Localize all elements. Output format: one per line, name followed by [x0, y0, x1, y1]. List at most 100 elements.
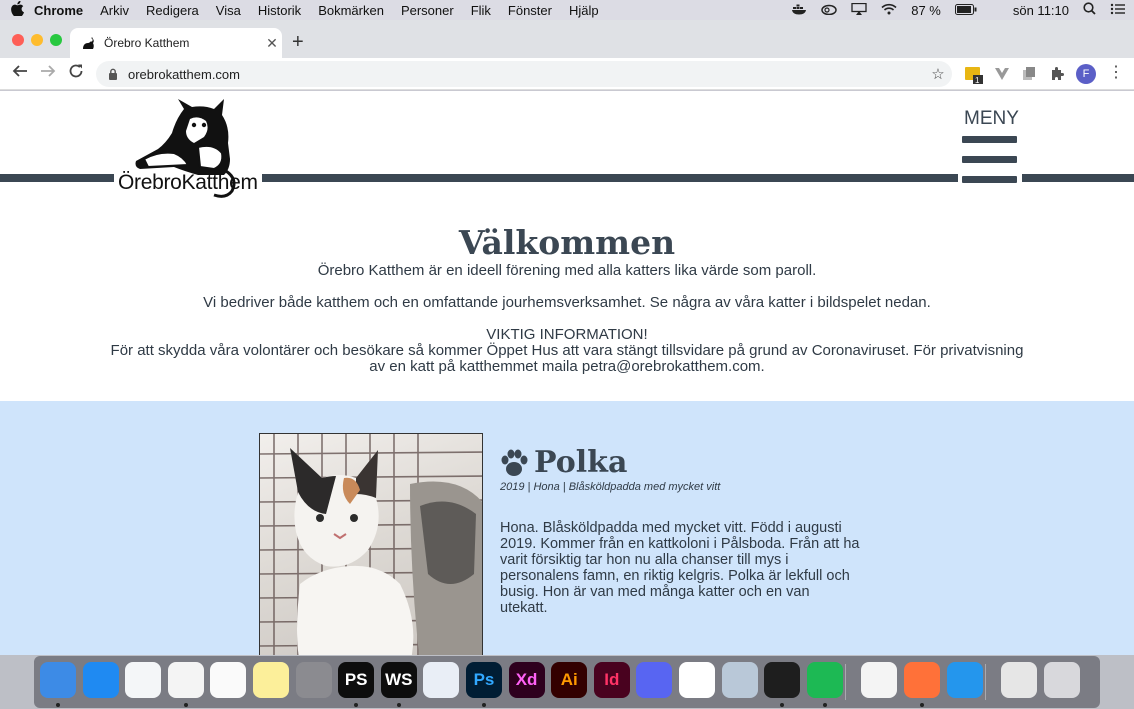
cat-photo-image	[260, 434, 482, 655]
photoshop-label: Ps	[473, 670, 495, 689]
safari-icon[interactable]	[125, 662, 162, 698]
cat-description: Hona. Blåsköldpadda med mycket vitt. Föd…	[500, 520, 860, 616]
welcome-section: Välkommen Örebro Katthem är en ideell fö…	[0, 223, 1134, 375]
new-tab-button[interactable]: +	[292, 31, 304, 54]
webpage-viewport: ÖrebroKatthem MENY Välkommen Örebro Katt…	[0, 91, 1134, 655]
window-zoom-button[interactable]	[50, 34, 62, 46]
intro-paragraph-2: Vi bedriver både katthem och en omfattan…	[203, 294, 931, 311]
site-logo[interactable]: ÖrebroKatthem	[114, 97, 262, 205]
info-text: För att skydda våra volontärer och besök…	[110, 342, 1024, 375]
cat-meta: 2019 | Hona | Blåsköldpadda med mycket v…	[500, 481, 721, 493]
system-preferences-icon[interactable]	[295, 662, 332, 698]
menu-fonster[interactable]: Fönster	[508, 3, 552, 18]
menu-hjalp[interactable]: Hjälp	[569, 3, 599, 18]
dock-running-indicator	[920, 703, 924, 707]
docker-icon[interactable]	[946, 662, 983, 698]
chrome-icon[interactable]	[167, 662, 204, 698]
dock-running-indicator	[482, 703, 486, 707]
extension-copy-icon[interactable]	[1021, 66, 1037, 82]
hamburger-bar	[962, 176, 1017, 183]
dock-running-indicator	[56, 703, 60, 707]
airplay-icon[interactable]	[851, 2, 867, 18]
extension-vue-devtools-icon[interactable]	[994, 66, 1010, 82]
webstorm-icon[interactable]: WS	[380, 662, 417, 698]
menu-visa[interactable]: Visa	[216, 3, 241, 18]
battery-percentage[interactable]: 87 %	[911, 3, 941, 18]
firefox-icon[interactable]	[904, 662, 940, 698]
dock-running-indicator	[822, 703, 827, 707]
tab-title: Örebro Katthem	[104, 36, 190, 50]
header-stripe-right	[1022, 174, 1134, 182]
logo-text: ÖrebroKatthem	[118, 171, 258, 194]
forward-button[interactable]	[40, 63, 56, 84]
cat-slideshow-section: Polka 2019 | Hona | Blåsköldpadda med my…	[0, 401, 1134, 655]
docker-status-icon[interactable]	[791, 3, 807, 18]
adobe-xd-icon[interactable]: Xd	[508, 662, 545, 698]
control-center-icon[interactable]	[1110, 3, 1126, 18]
menu-app-name[interactable]: Chrome	[34, 3, 83, 18]
dock-running-indicator	[183, 703, 188, 707]
spotlight-search-icon[interactable]	[1083, 2, 1096, 18]
dock-running-indicator	[396, 703, 401, 707]
menu-flik[interactable]: Flik	[471, 3, 491, 18]
app-store-icon[interactable]	[82, 662, 119, 698]
apple-menu-icon[interactable]	[0, 0, 34, 19]
spotify-icon[interactable]	[806, 662, 843, 698]
indesign-icon[interactable]: Id	[593, 662, 630, 698]
creative-cloud-icon[interactable]	[821, 3, 837, 18]
trash-icon[interactable]	[1043, 662, 1080, 698]
menu-redigera[interactable]: Redigera	[146, 3, 199, 18]
menu-bokmarken[interactable]: Bokmärken	[318, 3, 384, 18]
battery-icon[interactable]	[954, 3, 977, 18]
bookmark-star-icon[interactable]: ☆	[924, 65, 952, 83]
slack-icon[interactable]	[679, 662, 715, 698]
lock-icon[interactable]	[108, 68, 118, 80]
header-stripe-middle	[262, 174, 958, 182]
window-minimize-button[interactable]	[31, 34, 43, 46]
reload-button[interactable]	[68, 63, 84, 84]
discord-icon[interactable]	[636, 662, 673, 698]
cat-photo[interactable]	[259, 433, 483, 655]
address-bar[interactable]: orebrokatthem.com ☆	[96, 61, 952, 87]
window-close-button[interactable]	[12, 34, 24, 46]
welcome-heading: Välkommen	[458, 223, 676, 262]
header-stripe-left	[0, 174, 114, 182]
adobe-xd-label: Xd	[515, 670, 538, 689]
menu-arkiv[interactable]: Arkiv	[100, 3, 129, 18]
menubar-clock[interactable]: sön 11:10	[1013, 3, 1069, 18]
notes-icon[interactable]	[253, 662, 289, 698]
terminal-icon[interactable]	[764, 662, 801, 698]
illustrator-icon[interactable]: Ai	[551, 662, 588, 698]
profile-avatar[interactable]: F	[1076, 64, 1096, 84]
preview-icon[interactable]	[721, 662, 758, 698]
webstorm-label: WS	[385, 670, 413, 689]
url-text[interactable]: orebrokatthem.com	[128, 67, 924, 82]
site-favicon-icon	[80, 35, 96, 51]
vscode-icon[interactable]	[423, 662, 460, 698]
textedit-icon[interactable]	[861, 662, 898, 698]
reminders-icon[interactable]	[210, 662, 247, 698]
hamburger-menu-button[interactable]: MENY	[958, 105, 1022, 187]
browser-tab-active[interactable]: Örebro Katthem ✕	[70, 28, 282, 58]
illustrator-label: Ai	[560, 670, 578, 689]
documents-folder-icon[interactable]	[1001, 662, 1038, 698]
indesign-label: Id	[604, 670, 620, 689]
menu-label: MENY	[964, 108, 1019, 129]
menu-historik[interactable]: Historik	[258, 3, 301, 18]
phpstorm-icon[interactable]: PS	[338, 662, 375, 698]
browser-menu-icon[interactable]: ⋮	[1108, 65, 1124, 82]
dock-separator	[985, 664, 987, 700]
menu-personer[interactable]: Personer	[401, 3, 454, 18]
tab-close-icon[interactable]: ✕	[262, 35, 282, 52]
dock-running-indicator	[354, 703, 359, 707]
cat-name-heading: Polka	[500, 445, 627, 480]
intro-paragraph-1: Örebro Katthem är en ideell förening med…	[317, 262, 817, 279]
extensions-puzzle-icon[interactable]	[1049, 66, 1065, 82]
photoshop-icon[interactable]: Ps	[466, 662, 502, 698]
browser-toolbar: orebrokatthem.com ☆ 1 F ⋮	[0, 58, 1134, 90]
phpstorm-label: PS	[344, 670, 368, 689]
wifi-icon[interactable]	[881, 3, 897, 18]
back-button[interactable]	[12, 63, 28, 84]
cat-name: Polka	[534, 445, 628, 480]
finder-icon[interactable]	[40, 662, 76, 698]
